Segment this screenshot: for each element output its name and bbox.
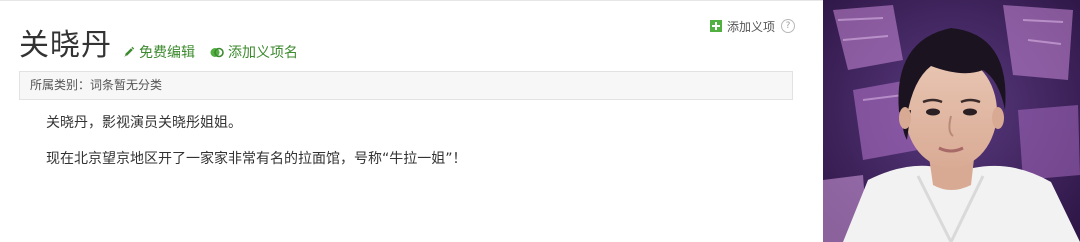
summary-paragraph: 关晓丹，影视演员关晓彤姐姐。: [46, 115, 242, 131]
summary-paragraph: 现在北京望京地区开了一家家非常有名的拉面馆，号称“牛拉一姐”！: [46, 151, 467, 167]
plus-icon: [710, 20, 722, 32]
category-bar: 所属类别：词条暂无分类: [19, 71, 793, 100]
portrait-photo: [823, 0, 1080, 242]
pencil-icon: [123, 46, 135, 58]
entry-title: 关晓丹: [19, 28, 112, 63]
add-name-icon: [210, 46, 224, 59]
add-entry-name-button[interactable]: 添加义项名: [210, 43, 298, 61]
add-entry-name-label: 添加义项名: [228, 45, 298, 61]
category-value: 词条暂无分类: [90, 78, 163, 92]
free-edit-label: 免费编辑: [139, 45, 195, 61]
free-edit-button[interactable]: 免费编辑: [123, 43, 195, 61]
help-icon[interactable]: ?: [781, 19, 796, 33]
category-label: 所属类别：: [30, 78, 91, 92]
add-definition-button[interactable]: 添加义项 ?: [710, 18, 796, 34]
add-definition-label: 添加义项: [727, 19, 776, 34]
portrait-illustration: [823, 0, 1080, 242]
entry-main: 关晓丹 免费编辑 添加义项名 添加义项 ? 所属类别：词条暂无分类 关晓丹，影视…: [0, 0, 823, 242]
